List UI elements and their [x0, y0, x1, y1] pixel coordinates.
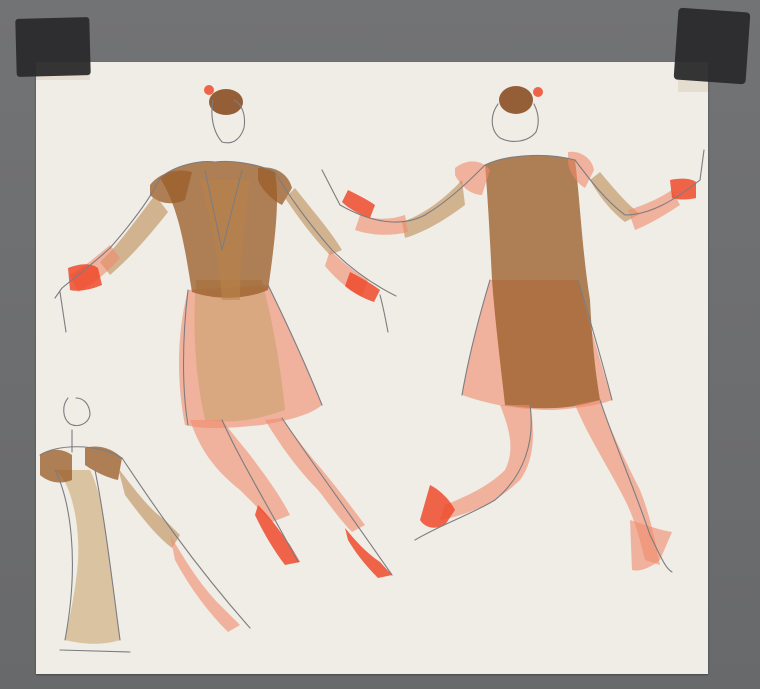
dancer-front [54, 85, 397, 578]
scan-background [0, 0, 760, 689]
dancer-back [321, 86, 705, 573]
watercolor-drawing [39, 85, 705, 653]
